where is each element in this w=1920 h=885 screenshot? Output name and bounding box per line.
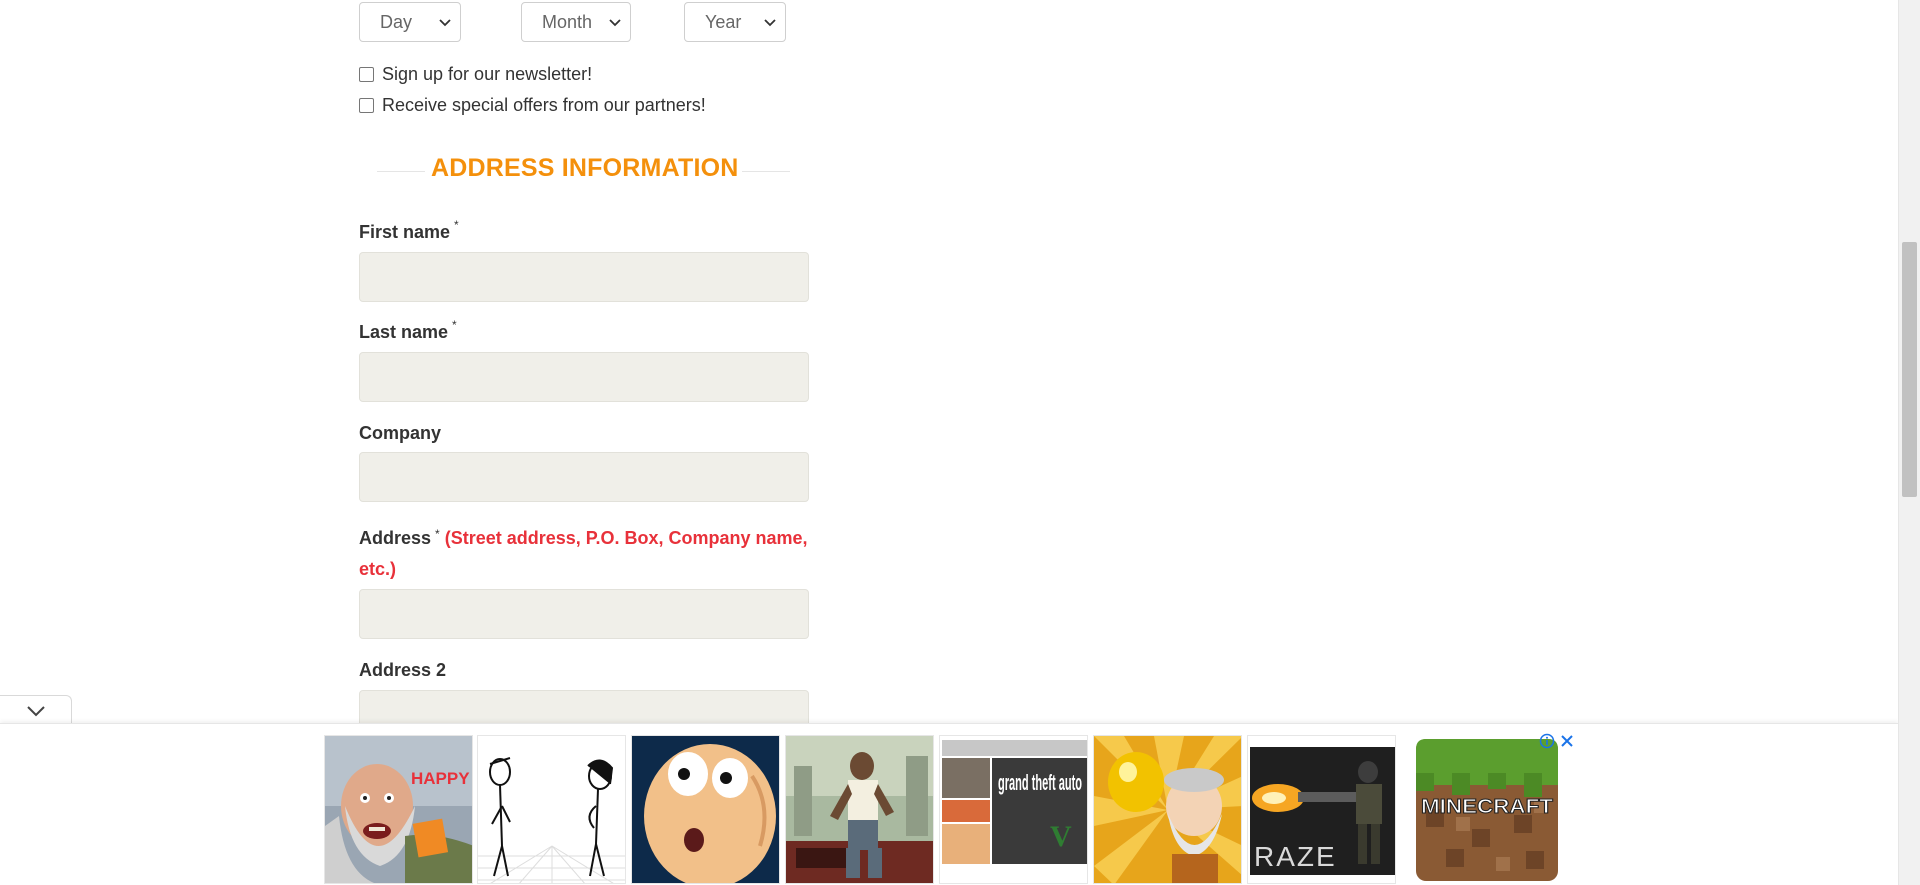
ad-tile-gold-miner[interactable] bbox=[1093, 735, 1242, 884]
ad-tile-gta-san-andreas[interactable] bbox=[785, 735, 934, 884]
month-select[interactable]: Month bbox=[521, 2, 631, 42]
minecraft-image: MINECRAFT bbox=[1416, 739, 1558, 881]
required-marker: * bbox=[435, 527, 440, 541]
first-name-input[interactable] bbox=[359, 252, 809, 302]
ad-text: RAZE bbox=[1254, 841, 1337, 872]
svg-text:V: V bbox=[1050, 820, 1072, 853]
month-select-value: Month bbox=[542, 11, 593, 32]
ad-text: MINECRAFT bbox=[1421, 796, 1553, 818]
ad-tile-raze[interactable]: RAZE bbox=[1247, 735, 1396, 884]
ad-text: HAPPY WHEELS bbox=[411, 769, 473, 788]
section-divider-right bbox=[742, 171, 790, 172]
stick-figures-image bbox=[478, 736, 625, 883]
chevron-down-icon bbox=[764, 19, 776, 27]
address-label: Address * (Street address, P.O. Box, Comp… bbox=[359, 523, 809, 585]
chevron-down-icon bbox=[439, 19, 451, 27]
cartoon-face-image bbox=[632, 736, 779, 883]
last-name-input[interactable] bbox=[359, 352, 809, 402]
year-select-value: Year bbox=[705, 11, 742, 32]
company-input[interactable] bbox=[359, 452, 809, 502]
last-name-label-text: Last name bbox=[359, 322, 449, 342]
ad-text: grand theft auto bbox=[998, 770, 1082, 795]
required-marker: * bbox=[452, 318, 457, 332]
newsletter-label[interactable]: Sign up for our newsletter! bbox=[382, 64, 592, 85]
newsletter-option: Sign up for our newsletter! bbox=[359, 64, 592, 85]
collapse-ad-button[interactable] bbox=[0, 695, 72, 725]
section-divider-left bbox=[377, 171, 425, 172]
address2-label-text: Address 2 bbox=[359, 660, 447, 680]
info-icon[interactable] bbox=[1539, 733, 1555, 749]
ad-tile-gta-v[interactable]: grand theft auto V bbox=[939, 735, 1088, 884]
partners-checkbox[interactable] bbox=[359, 98, 374, 113]
page: Day Month Year Sign up for our newslette… bbox=[0, 0, 1898, 885]
page-scrollbar[interactable] bbox=[1898, 0, 1920, 885]
ad-tile-cartoon-face[interactable] bbox=[631, 735, 780, 884]
newsletter-checkbox[interactable] bbox=[359, 67, 374, 82]
happy-wheels-image: HAPPY WHEELS bbox=[325, 736, 473, 883]
required-marker: * bbox=[454, 218, 459, 232]
raze-image: RAZE bbox=[1248, 736, 1395, 883]
partners-option: Receive special offers from our partners… bbox=[359, 95, 706, 116]
day-select[interactable]: Day bbox=[359, 2, 461, 42]
ad-tile-happy-wheels[interactable]: HAPPY WHEELS bbox=[324, 735, 473, 884]
year-select[interactable]: Year bbox=[684, 2, 786, 42]
day-select-value: Day bbox=[380, 11, 413, 32]
gta-v-image: grand theft auto V bbox=[940, 736, 1087, 883]
scrollbar-thumb[interactable] bbox=[1902, 242, 1917, 497]
gold-miner-image bbox=[1094, 736, 1241, 883]
close-icon[interactable] bbox=[1559, 733, 1575, 749]
ad-tile-stick-figures[interactable] bbox=[477, 735, 626, 884]
partners-label[interactable]: Receive special offers from our partners… bbox=[382, 95, 706, 116]
last-name-label: Last name * bbox=[359, 318, 457, 343]
gta-san-andreas-image bbox=[786, 736, 933, 883]
company-label: Company bbox=[359, 423, 441, 444]
first-name-label: First name * bbox=[359, 218, 459, 243]
ad-tile-minecraft[interactable]: MINECRAFT bbox=[1416, 739, 1558, 881]
address-section-title: ADDRESS INFORMATION bbox=[431, 154, 739, 182]
address-input[interactable] bbox=[359, 589, 809, 639]
address2-label: Address 2 bbox=[359, 660, 446, 681]
chevron-down-icon bbox=[609, 19, 621, 27]
ad-banner: HAPPY WHEELS bbox=[0, 723, 1898, 885]
address-label-text: Address bbox=[359, 528, 432, 548]
company-label-text: Company bbox=[359, 423, 442, 443]
chevron-down-icon bbox=[26, 705, 45, 716]
first-name-label-text: First name bbox=[359, 222, 451, 242]
